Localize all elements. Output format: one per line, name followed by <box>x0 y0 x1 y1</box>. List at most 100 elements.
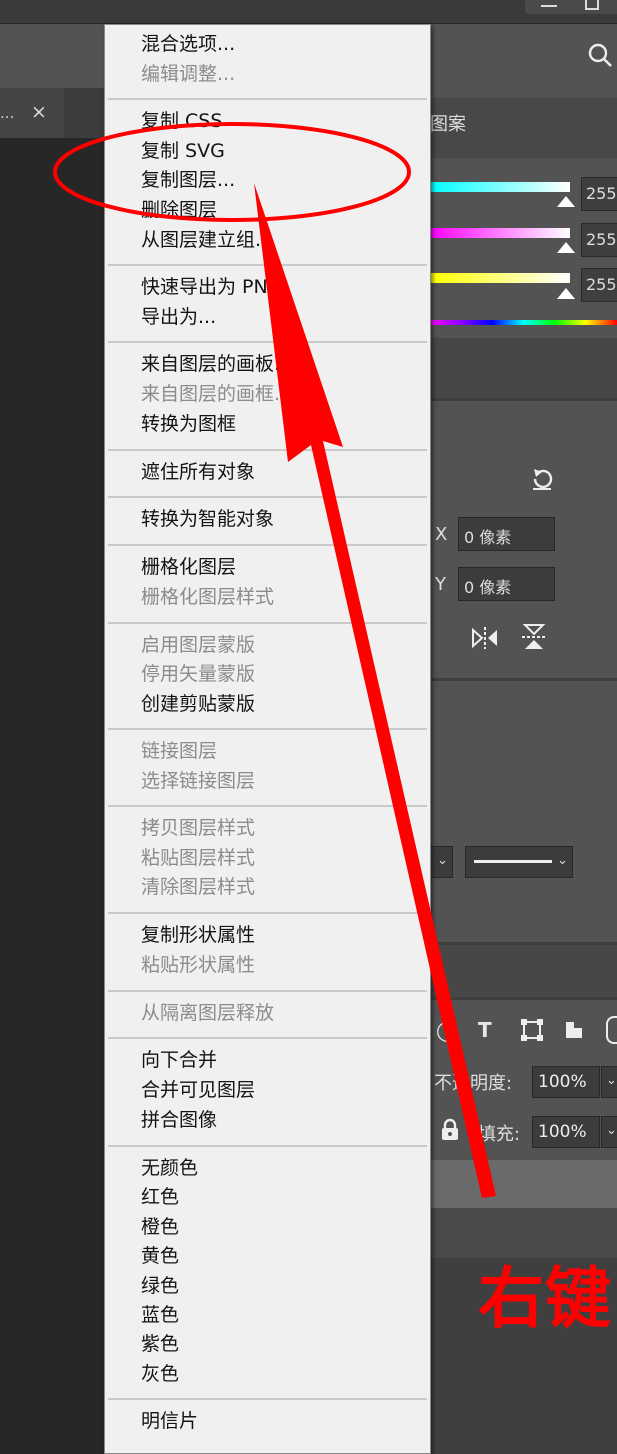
menu-item[interactable]: 复制 CSS <box>141 110 222 132</box>
menu-item[interactable]: 导出为... <box>141 306 216 328</box>
minimize-icon[interactable] <box>541 5 557 7</box>
color-spectrum[interactable] <box>430 320 617 325</box>
menu-separator <box>108 1037 427 1040</box>
opacity-field[interactable]: 100% <box>532 1066 600 1098</box>
panel-divider <box>430 678 617 681</box>
annotation-label: 右键 <box>478 1260 612 1337</box>
menu-item[interactable]: 来自图层的画板... <box>141 353 292 375</box>
menu-item[interactable]: 从图层建立组... <box>141 229 273 251</box>
lock-icon[interactable] <box>440 1118 460 1142</box>
panel-divider <box>430 997 617 1000</box>
menu-item: 清除图层样式 <box>141 876 256 899</box>
search-icon[interactable] <box>587 42 613 68</box>
menu-item: 从隔离图层释放 <box>141 1001 275 1024</box>
menu-separator <box>108 98 427 101</box>
menu-item[interactable]: 无颜色 <box>141 1157 198 1179</box>
slider-thumb[interactable] <box>557 288 575 299</box>
menu-separator <box>108 989 427 992</box>
adjustment-filter-icon[interactable]: ◯ <box>436 1018 458 1042</box>
cyan-slider[interactable] <box>430 182 570 192</box>
shape-filter-icon[interactable] <box>520 1018 544 1042</box>
window-controls <box>525 0 617 14</box>
menu-item[interactable]: 复制形状属性 <box>141 924 255 946</box>
menu-separator <box>108 448 427 451</box>
restore-icon[interactable] <box>585 0 599 10</box>
panel-divider <box>430 398 617 401</box>
menu-item[interactable]: 复制图层... <box>141 169 235 191</box>
chevron-down-icon: ⌄ <box>437 853 448 868</box>
menu-item[interactable]: 遮住所有对象 <box>141 461 255 483</box>
yellow-slider[interactable] <box>430 273 570 283</box>
menu-separator <box>108 728 427 731</box>
menu-item: 停用矢量蒙版 <box>141 663 256 686</box>
slider-thumb[interactable] <box>557 242 575 253</box>
chevron-down-icon: ⌄ <box>606 1073 617 1088</box>
menu-separator <box>108 1398 427 1401</box>
menu-item[interactable]: 明信片 <box>141 1410 198 1432</box>
filter-toggle[interactable] <box>606 1016 617 1044</box>
x-position-field[interactable]: 0 像素 <box>458 517 555 551</box>
magenta-slider[interactable] <box>430 228 570 238</box>
menu-separator <box>108 264 427 267</box>
canvas-area[interactable] <box>0 138 105 1454</box>
opacity-label: 不透明度: <box>434 1073 513 1094</box>
menu-separator <box>108 621 427 624</box>
menu-item: 粘贴图层样式 <box>141 846 256 869</box>
layer-context-menu: 混合选项... 编辑调整... 复制 CSS 复制 SVG 复制图层... 删除图层从图层… <box>104 24 431 1454</box>
menu-item: 栅格化图层样式 <box>141 585 275 608</box>
menu-item[interactable]: 复制 SVG <box>141 140 225 162</box>
flip-horizontal-icon[interactable] <box>470 625 500 651</box>
menu-item[interactable]: 转换为智能对象 <box>141 508 274 530</box>
menu-item: 拷贝图层样式 <box>141 817 256 840</box>
menu-item[interactable]: 创建剪贴蒙版 <box>141 693 255 715</box>
menu-item: 选择链接图层 <box>141 769 256 792</box>
menu-item: 链接图层 <box>141 740 218 763</box>
y-label: Y <box>435 574 446 595</box>
menu-item[interactable]: 绿色 <box>141 1275 179 1297</box>
cyan-value[interactable]: 255 <box>581 177 617 211</box>
menu-item[interactable]: 橙色 <box>141 1216 179 1238</box>
x-label: X <box>435 524 448 545</box>
panel-header <box>430 338 617 398</box>
menu-item[interactable]: 红色 <box>141 1186 179 1208</box>
menu-item[interactable]: 合并可见图层 <box>141 1079 255 1101</box>
menu-item[interactable]: 灰色 <box>141 1363 179 1385</box>
close-icon[interactable]: × <box>31 101 47 123</box>
menu-item[interactable]: 快速导出为 PNG <box>141 276 282 298</box>
menu-item[interactable]: 紫色 <box>141 1333 179 1355</box>
menu-item[interactable]: 转换为图框 <box>141 413 236 435</box>
smart-object-filter-icon[interactable] <box>562 1018 586 1042</box>
tab-patterns[interactable]: 图案 <box>430 110 466 136</box>
menu-item[interactable]: 向下合并 <box>141 1049 217 1071</box>
selected-layer-row[interactable] <box>430 1160 617 1208</box>
menu-separator <box>108 1144 427 1147</box>
menu-separator <box>108 341 427 344</box>
menu-item[interactable]: 栅格化图层 <box>141 556 236 578</box>
menu-item: 编辑调整... <box>141 62 236 85</box>
stroke-line-preview <box>474 860 552 863</box>
fill-field[interactable]: 100% <box>532 1116 600 1148</box>
menu-item[interactable]: 蓝色 <box>141 1304 179 1326</box>
fill-label: 填充: <box>478 1124 521 1145</box>
reset-icon[interactable] <box>528 465 556 493</box>
menu-item: 来自图层的画框... <box>141 383 293 406</box>
flip-vertical-icon[interactable] <box>520 622 548 652</box>
menu-item: 启用图层蒙版 <box>141 633 256 656</box>
menu-item[interactable]: 混合选项... <box>141 33 235 55</box>
menu-item[interactable]: 拼合图像 <box>141 1109 217 1131</box>
magenta-value[interactable]: 255 <box>581 223 617 257</box>
menu-separator <box>108 544 427 546</box>
document-tab-label: ... <box>0 104 15 122</box>
layers-panel-header <box>430 945 617 997</box>
slider-thumb[interactable] <box>557 196 575 207</box>
menu-item[interactable]: 删除图层 <box>141 199 217 221</box>
yellow-value[interactable]: 255 <box>581 268 617 302</box>
text-filter-icon[interactable]: T <box>478 1018 492 1042</box>
menu-item: 粘贴形状属性 <box>141 953 256 976</box>
y-position-field[interactable]: 0 像素 <box>458 567 555 601</box>
chevron-down-icon: ⌄ <box>606 1123 617 1138</box>
menu-separator <box>108 805 427 808</box>
menu-item[interactable]: 黄色 <box>141 1245 179 1267</box>
menu-separator <box>108 496 427 499</box>
chevron-down-icon: ⌄ <box>557 853 568 868</box>
